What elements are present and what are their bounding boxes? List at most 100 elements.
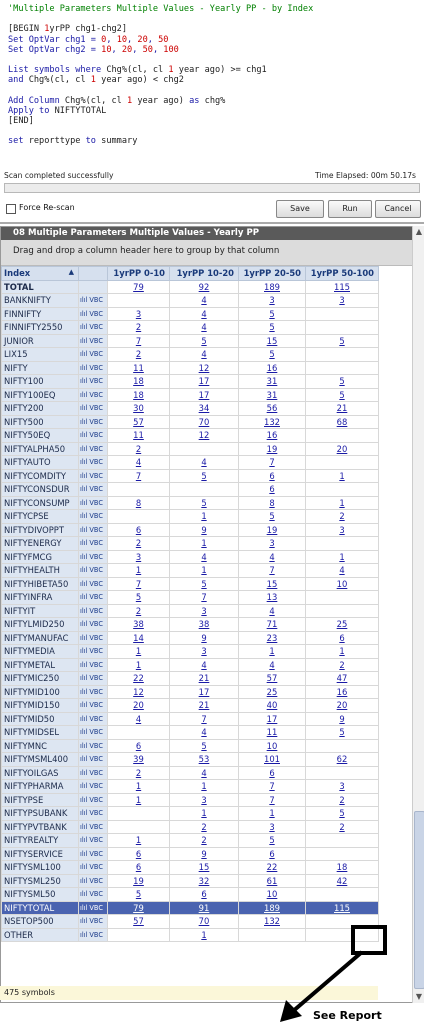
count-link[interactable]: 6 <box>269 484 274 494</box>
count-link[interactable]: 3 <box>269 538 274 548</box>
count-link[interactable]: 34 <box>199 403 210 413</box>
count-link[interactable]: 2 <box>339 822 344 832</box>
count-link[interactable]: 4 <box>269 606 274 616</box>
chart-icon[interactable]: ılıl VBC <box>78 401 108 416</box>
count-link[interactable]: 7 <box>269 781 274 791</box>
index-cell[interactable]: NIFTYPSE <box>1 792 79 807</box>
index-cell[interactable]: NIFTYMIC250 <box>1 671 79 686</box>
count-link[interactable]: 3 <box>201 606 206 616</box>
count-link[interactable]: 31 <box>267 376 278 386</box>
count-link[interactable]: 1 <box>136 646 141 656</box>
chart-icon[interactable]: ılıl VBC <box>78 293 108 308</box>
count-link[interactable]: 4 <box>136 457 141 467</box>
count-link[interactable]: 7 <box>269 795 274 805</box>
count-link[interactable]: 5 <box>136 889 141 899</box>
count-link[interactable]: 5 <box>201 579 206 589</box>
table-row[interactable]: NIFTYLMID250 ılıl VBC 38 38 71 25 <box>1 617 379 632</box>
chart-icon[interactable]: ılıl VBC <box>78 873 108 888</box>
count-link[interactable]: 38 <box>133 619 144 629</box>
index-cell[interactable]: NIFTYFMCG <box>1 549 79 564</box>
count-link[interactable]: 2 <box>339 511 344 521</box>
count-link[interactable]: 25 <box>337 619 348 629</box>
count-link[interactable]: 13 <box>267 592 278 602</box>
chart-icon[interactable]: ılıl VBC <box>78 347 108 362</box>
table-row[interactable]: NIFTYMNC ılıl VBC 6 5 10 <box>1 738 379 753</box>
chart-icon[interactable]: ılıl VBC <box>78 711 108 726</box>
count-link[interactable]: 9 <box>201 633 206 643</box>
table-row[interactable]: NIFTYSML250 ılıl VBC 19 32 61 42 <box>1 873 379 888</box>
column-header-index[interactable]: Index ▲ <box>1 266 79 281</box>
index-cell[interactable]: NIFTYDIVOPPT <box>1 522 79 537</box>
index-cell[interactable]: NIFTYIT <box>1 603 79 618</box>
count-link[interactable]: 7 <box>136 471 141 481</box>
count-link[interactable]: 2 <box>201 822 206 832</box>
count-link[interactable]: 91 <box>199 903 210 913</box>
index-cell[interactable]: NIFTYSML250 <box>1 873 79 888</box>
chart-icon[interactable]: ılıl VBC <box>78 549 108 564</box>
count-link[interactable]: 1 <box>201 930 206 940</box>
count-link[interactable]: 15 <box>199 862 210 872</box>
count-link[interactable]: 3 <box>201 795 206 805</box>
chart-icon[interactable]: ılıl VBC <box>78 306 108 321</box>
index-cell[interactable]: NIFTYLMID250 <box>1 617 79 632</box>
chart-icon[interactable]: ılıl VBC <box>78 806 108 821</box>
chart-icon[interactable]: ılıl VBC <box>78 927 108 942</box>
table-row[interactable]: NIFTYSML100 ılıl VBC 6 15 22 18 <box>1 860 379 875</box>
count-link[interactable]: 5 <box>269 309 274 319</box>
count-link[interactable]: 4 <box>201 309 206 319</box>
table-row[interactable]: NIFTYCPSE ılıl VBC 1 5 2 <box>1 509 379 524</box>
count-link[interactable]: 20 <box>337 700 348 710</box>
index-cell[interactable]: NIFTYOILGAS <box>1 765 79 780</box>
count-link[interactable]: 42 <box>337 876 348 886</box>
table-row[interactable]: FINNIFTY ılıl VBC 3 4 5 <box>1 306 379 321</box>
index-cell[interactable]: NIFTYTOTAL <box>1 900 79 915</box>
table-row[interactable]: NIFTYMID100 ılıl VBC 12 17 25 16 <box>1 684 379 699</box>
table-row[interactable]: NSETOP500 ılıl VBC 57 70 132 <box>1 914 379 929</box>
index-cell[interactable]: FINNIFTY2550 <box>1 320 79 335</box>
index-cell[interactable]: BANKNIFTY <box>1 293 79 308</box>
column-header-0-10[interactable]: 1yrPP 0-10 <box>107 266 170 281</box>
count-link[interactable]: 5 <box>201 498 206 508</box>
count-link[interactable]: 16 <box>337 687 348 697</box>
count-link[interactable]: 132 <box>264 417 280 427</box>
chart-icon[interactable]: ılıl VBC <box>78 657 108 672</box>
table-row[interactable]: NIFTYMEDIA ılıl VBC 1 3 1 1 <box>1 644 379 659</box>
count-link[interactable]: 1 <box>339 646 344 656</box>
index-cell[interactable]: NIFTYMNC <box>1 738 79 753</box>
table-row[interactable]: NIFTYMANUFAC ılıl VBC 14 9 23 6 <box>1 630 379 645</box>
chart-icon[interactable]: ılıl VBC <box>78 455 108 470</box>
index-cell[interactable]: NIFTYENERGY <box>1 536 79 551</box>
table-row[interactable]: NIFTYCONSDUR ılıl VBC 6 <box>1 482 379 497</box>
table-row[interactable]: NIFTYHEALTH ılıl VBC 1 1 7 4 <box>1 563 379 578</box>
index-cell[interactable]: NIFTY100 <box>1 374 79 389</box>
count-link[interactable]: 31 <box>267 390 278 400</box>
chart-icon[interactable]: ılıl VBC <box>78 576 108 591</box>
count-link[interactable]: 68 <box>337 417 348 427</box>
table-row[interactable]: OTHER ılıl VBC 1 <box>1 927 379 942</box>
table-row[interactable]: JUNIOR ılıl VBC 7 5 15 5 <box>1 333 379 348</box>
chart-icon[interactable]: ılıl VBC <box>78 738 108 753</box>
count-link[interactable]: 25 <box>267 687 278 697</box>
index-cell[interactable]: NIFTYCONSUMP <box>1 495 79 510</box>
chart-icon[interactable]: ılıl VBC <box>78 482 108 497</box>
count-link[interactable]: 1 <box>269 646 274 656</box>
index-cell[interactable]: JUNIOR <box>1 333 79 348</box>
index-cell[interactable]: NIFTYAUTO <box>1 455 79 470</box>
count-link[interactable]: 62 <box>337 754 348 764</box>
chart-icon[interactable]: ılıl VBC <box>78 522 108 537</box>
count-link[interactable]: 4 <box>201 768 206 778</box>
count-link[interactable]: 14 <box>133 633 144 643</box>
count-link[interactable]: 12 <box>199 430 210 440</box>
table-row[interactable]: NIFTY100 ılıl VBC 18 17 31 5 <box>1 374 379 389</box>
count-link[interactable]: 9 <box>201 525 206 535</box>
index-cell[interactable]: NIFTYINFRA <box>1 590 79 605</box>
count-link[interactable]: 5 <box>339 808 344 818</box>
count-link[interactable]: 19 <box>133 876 144 886</box>
count-link[interactable]: 4 <box>201 727 206 737</box>
count-link[interactable]: 6 <box>136 525 141 535</box>
index-cell[interactable]: FINNIFTY <box>1 306 79 321</box>
count-link[interactable]: 11 <box>267 727 278 737</box>
chart-icon[interactable]: ılıl VBC <box>78 698 108 713</box>
count-link[interactable]: 3 <box>201 646 206 656</box>
count-link[interactable]: 1 <box>136 660 141 670</box>
